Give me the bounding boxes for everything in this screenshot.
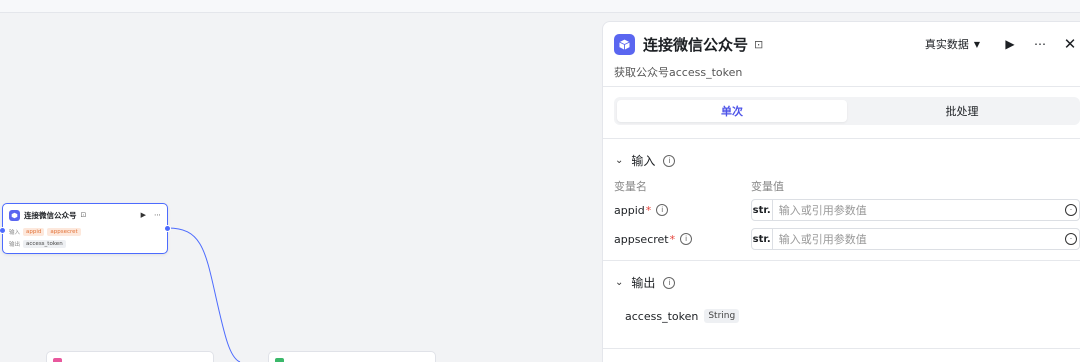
node-input-label: 输入 (9, 230, 21, 236)
input-placeholder: 输入或引用参数值 (778, 233, 867, 246)
tab-single[interactable]: 单次 (617, 100, 847, 122)
node-output-port[interactable] (164, 225, 171, 232)
variable-row: appid * i str. 输入或引用参数值 · (614, 199, 1080, 221)
input-placeholder: 输入或引用参数值 (778, 204, 867, 217)
info-icon[interactable]: i (656, 204, 669, 216)
info-icon[interactable]: i (663, 154, 676, 167)
node-input-row: 输入 appid appsecret (3, 226, 167, 238)
workflow-node-wechat[interactable]: 连接微信公众号 ⊡ ▶ ⋯ 输入 appid appsecret 输出 acce… (0, 203, 171, 254)
panel-description: 获取公众号access_token (614, 66, 743, 79)
node-output-tag: access_token (23, 240, 66, 248)
play-icon[interactable]: ▶ (1002, 37, 1018, 51)
close-icon[interactable]: ✕ (1062, 35, 1078, 53)
output-section-header[interactable]: ⌄ 输出 i (615, 274, 676, 291)
run-mode-tabs: 单次 批处理 (614, 97, 1080, 125)
tab-batch[interactable]: 批处理 (847, 100, 1077, 122)
divider (603, 86, 1080, 87)
top-toolbar-strip (0, 0, 1080, 13)
chevron-down-icon[interactable]: ⌄ (615, 155, 623, 166)
workflow-node-partial[interactable] (268, 351, 436, 362)
variable-name: appsecret (614, 232, 669, 246)
output-section-title: 输出 (631, 276, 656, 290)
variable-selector-icon[interactable]: · (1065, 233, 1077, 245)
connection-wire (167, 227, 241, 362)
type-tag: str. (752, 200, 773, 220)
node-input-tag: appsecret (47, 228, 81, 236)
node-input-tag: appid (23, 228, 45, 236)
appsecret-value-input[interactable]: str. 输入或引用参数值 · (750, 228, 1080, 250)
play-icon[interactable]: ▶ (141, 211, 146, 219)
info-icon[interactable]: i (680, 233, 693, 245)
node-detail-panel: 连接微信公众号 ⊡ 真实数据 ▼ ▶ ⋯ ✕ 获取公众号access_token… (602, 21, 1080, 362)
caret-down-icon: ▼ (973, 39, 980, 49)
panel-title: 连接微信公众号 (643, 35, 749, 54)
appid-value-input[interactable]: str. 输入或引用参数值 · (750, 199, 1080, 221)
panel-header: 连接微信公众号 ⊡ 真实数据 ▼ ▶ ⋯ ✕ (614, 33, 1080, 55)
required-mark: * (669, 232, 676, 246)
more-icon[interactable]: ⋯ (154, 211, 161, 219)
more-icon[interactable]: ⋯ (1032, 37, 1048, 51)
cube-icon (614, 33, 635, 55)
column-header-name: 变量名 (614, 180, 647, 193)
node-output-label: 输出 (9, 242, 21, 248)
info-icon[interactable]: i (663, 276, 676, 289)
input-section-header[interactable]: ⌄ 输入 i (615, 152, 676, 169)
data-mode-dropdown[interactable]: 真实数据 ▼ (925, 36, 980, 52)
output-variable-name: access_token (625, 309, 699, 323)
workflow-node-partial[interactable] (46, 351, 214, 362)
output-type-badge: String (704, 309, 740, 323)
node-title: 连接微信公众号 (24, 210, 77, 220)
lock-icon: ⊡ (754, 37, 764, 51)
divider (603, 348, 1080, 349)
workflow-canvas[interactable]: 连接微信公众号 ⊡ ▶ ⋯ 输入 appid appsecret 输出 acce… (0, 13, 602, 362)
type-tag: str. (752, 229, 773, 249)
variable-name: appid (614, 203, 645, 217)
variable-row: appsecret * i str. 输入或引用参数值 · (614, 228, 1080, 250)
chevron-down-icon[interactable]: ⌄ (615, 277, 623, 288)
node-icon (53, 358, 62, 362)
variable-selector-icon[interactable]: · (1065, 204, 1077, 216)
node-icon (275, 358, 284, 362)
column-header-value: 变量值 (751, 180, 784, 193)
data-mode-label: 真实数据 (924, 38, 969, 51)
node-output-row: 输出 access_token (3, 238, 167, 250)
divider (603, 260, 1080, 261)
divider (603, 138, 1080, 139)
cube-icon (9, 209, 20, 221)
required-mark: * (645, 203, 652, 217)
output-variable-row: access_token String (625, 309, 740, 323)
lock-icon: ⊡ (80, 211, 87, 219)
input-section-title: 输入 (631, 154, 656, 168)
